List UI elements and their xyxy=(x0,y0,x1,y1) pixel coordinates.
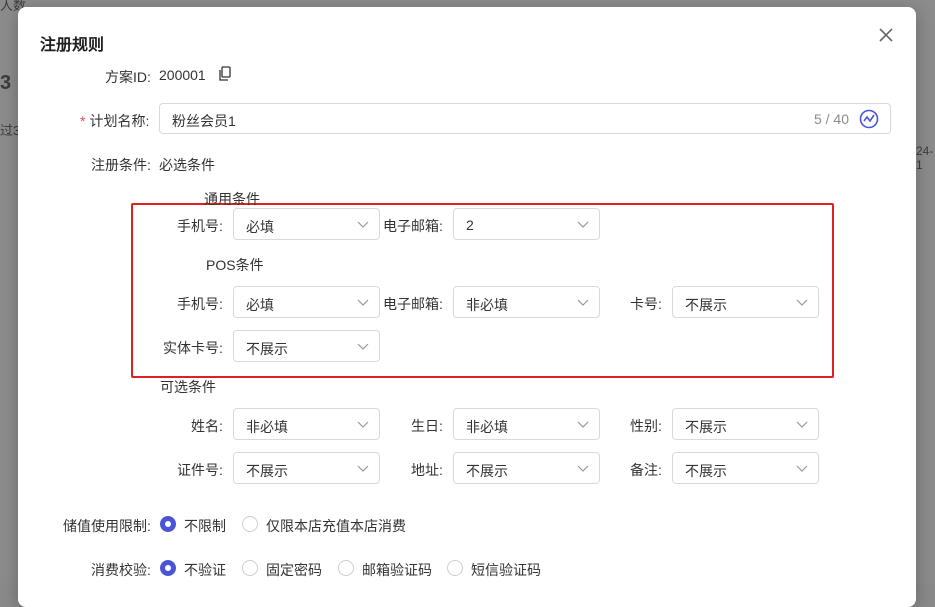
radio-no-limit[interactable] xyxy=(160,516,176,532)
select-value: 不展示 xyxy=(466,463,508,479)
bg-fragment: 3 xyxy=(0,72,12,94)
chevron-down-icon xyxy=(577,221,589,228)
chevron-down-icon xyxy=(357,421,369,428)
modal-title: 注册规则 xyxy=(40,37,105,54)
reg-conditions-value: 必选条件 xyxy=(159,157,215,173)
plan-name-value: 粉丝会员1 xyxy=(172,113,236,129)
chevron-down-icon xyxy=(796,299,808,306)
plan-name-label-text: 计划名称: xyxy=(89,113,150,129)
scheme-id-label: 方案ID: xyxy=(105,69,151,85)
chevron-down-icon xyxy=(796,421,808,428)
gender-select[interactable]: 不展示 xyxy=(672,408,819,440)
remark-select[interactable]: 不展示 xyxy=(672,452,819,484)
select-value: 不展示 xyxy=(685,297,727,313)
chevron-down-icon xyxy=(577,299,589,306)
pos-email-select[interactable]: 非必填 xyxy=(453,286,600,318)
remark-label: 备注: xyxy=(630,462,662,478)
radio-label: 仅限本店充值本店消费 xyxy=(266,518,406,534)
stored-value-label: 储值使用限制: xyxy=(63,518,151,534)
chevron-down-icon xyxy=(357,221,369,228)
registration-rules-modal: 注册规则 方案ID: 200001 * 计划名称: 粉丝会员1 5 / 40 注册… xyxy=(18,7,916,607)
pos-phone-label: 手机号: xyxy=(177,296,223,312)
pos-card-select[interactable]: 不展示 xyxy=(672,286,819,318)
select-value: 非必填 xyxy=(466,419,508,435)
pos-conditions-title: POS条件 xyxy=(206,257,264,273)
radio-label: 邮箱验证码 xyxy=(362,562,432,578)
chevron-down-icon xyxy=(577,421,589,428)
optional-conditions-title: 可选条件 xyxy=(160,379,216,395)
pos-email-label: 电子邮箱: xyxy=(383,296,443,312)
radio-label: 不验证 xyxy=(184,562,226,578)
radio-email-code[interactable] xyxy=(338,560,354,576)
reg-conditions-label: 注册条件: xyxy=(91,157,151,173)
select-value: 非必填 xyxy=(246,419,288,435)
general-email-label: 电子邮箱: xyxy=(383,218,443,234)
select-value: 必填 xyxy=(246,219,274,235)
consume-check-label: 消费校验: xyxy=(91,562,151,578)
birthday-label: 生日: xyxy=(411,418,443,434)
radio-no-verify[interactable] xyxy=(160,560,176,576)
address-select[interactable]: 不展示 xyxy=(453,452,600,484)
chevron-down-icon xyxy=(577,465,589,472)
copy-icon[interactable] xyxy=(218,66,232,82)
radio-label: 短信验证码 xyxy=(471,562,541,578)
ai-assist-icon[interactable] xyxy=(859,109,879,129)
gender-label: 性别: xyxy=(630,418,662,434)
name-select[interactable]: 非必填 xyxy=(233,408,380,440)
general-email-select[interactable]: 2 xyxy=(453,208,600,240)
chevron-down-icon xyxy=(357,299,369,306)
address-label: 地址: xyxy=(411,462,443,478)
select-value: 必填 xyxy=(246,297,274,313)
chevron-down-icon xyxy=(357,465,369,472)
pos-physical-card-select[interactable]: 不展示 xyxy=(233,330,380,362)
select-value: 不展示 xyxy=(246,463,288,479)
radio-sms-code[interactable] xyxy=(447,560,463,576)
id-number-select[interactable]: 不展示 xyxy=(233,452,380,484)
chevron-down-icon xyxy=(796,465,808,472)
select-value: 不展示 xyxy=(246,341,288,357)
general-phone-select[interactable]: 必填 xyxy=(233,208,380,240)
select-value: 非必填 xyxy=(466,297,508,313)
birthday-select[interactable]: 非必填 xyxy=(453,408,600,440)
id-number-label: 证件号: xyxy=(177,462,223,478)
bg-fragment: 24-1 xyxy=(916,144,934,172)
radio-label: 固定密码 xyxy=(266,562,322,578)
general-phone-label: 手机号: xyxy=(177,218,223,234)
char-counter: 5 / 40 xyxy=(813,111,849,127)
chevron-down-icon xyxy=(357,343,369,350)
pos-physical-card-label: 实体卡号: xyxy=(163,340,223,356)
pos-phone-select[interactable]: 必填 xyxy=(233,286,380,318)
radio-store-only[interactable] xyxy=(242,516,258,532)
plan-name-label: * 计划名称: xyxy=(80,111,149,131)
close-icon[interactable] xyxy=(876,25,896,45)
radio-label: 不限制 xyxy=(184,518,226,534)
radio-fixed-password[interactable] xyxy=(242,560,258,576)
scheme-id-value: 200001 xyxy=(159,67,206,83)
plan-name-input[interactable]: 粉丝会员1 5 / 40 xyxy=(159,103,891,134)
required-asterisk: * xyxy=(80,113,86,129)
name-label: 姓名: xyxy=(191,418,223,434)
select-value: 不展示 xyxy=(685,419,727,435)
general-conditions-title: 通用条件 xyxy=(204,191,260,207)
pos-card-label: 卡号: xyxy=(630,296,662,312)
select-value: 2 xyxy=(466,217,474,233)
select-value: 不展示 xyxy=(685,463,727,479)
